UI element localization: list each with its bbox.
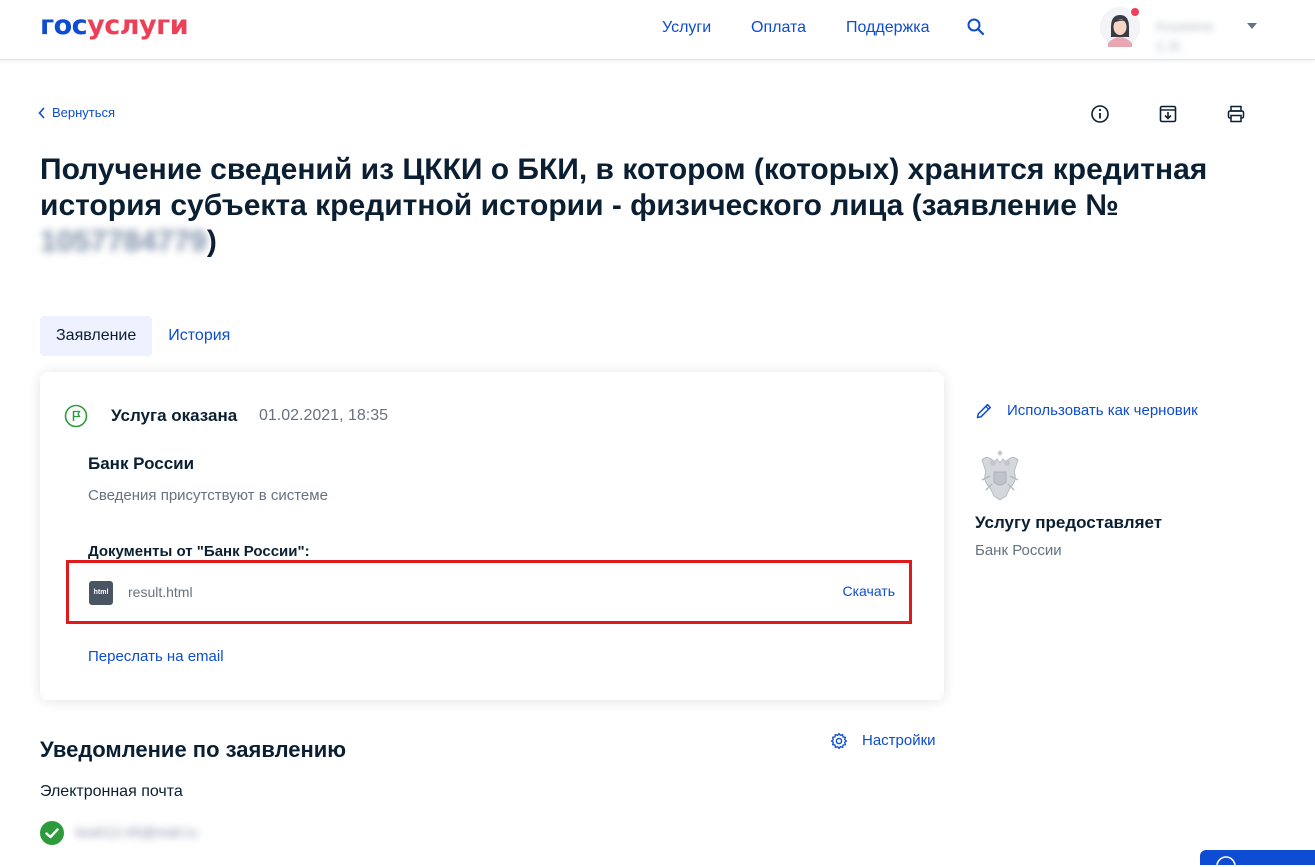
back-link[interactable]: Вернуться <box>38 104 115 122</box>
caret-down-icon[interactable] <box>1247 23 1257 29</box>
email-label: Электронная почта <box>40 783 183 800</box>
user-name[interactable]: Кошкина С.В. <box>1156 16 1240 54</box>
documents-heading: Документы от "Банк России": <box>88 543 310 560</box>
chevron-left-icon <box>38 107 45 119</box>
tabs: Заявление История <box>40 316 246 356</box>
use-as-draft-label: Использовать как черновик <box>1007 402 1198 419</box>
nav-payment[interactable]: Оплата <box>751 18 806 38</box>
use-as-draft-link[interactable]: Использовать как черновик <box>975 401 1198 421</box>
help-widget-button[interactable] <box>1200 850 1315 867</box>
forward-email-link[interactable]: Переслать на email <box>88 647 224 667</box>
document-row: html result.html Скачать <box>66 560 912 624</box>
gear-icon <box>830 732 848 750</box>
status-date: 01.02.2021, 18:35 <box>259 407 389 424</box>
provider-name: Банк России <box>975 542 1062 559</box>
print-icon[interactable] <box>1226 104 1246 124</box>
nav-support[interactable]: Поддержка <box>846 18 929 38</box>
logo-part-uslugi: услуги <box>87 10 189 41</box>
settings-link[interactable]: Настройки <box>830 731 936 751</box>
coat-of-arms-icon <box>981 450 1019 501</box>
download-link[interactable]: Скачать <box>843 581 896 601</box>
notification-title: Уведомление по заявлению <box>40 737 347 762</box>
pencil-icon <box>976 403 992 419</box>
notification-dot <box>1130 7 1140 17</box>
page-title: Получение сведений из ЦККИ о БКИ, в кото… <box>40 152 1270 260</box>
provider-heading: Услугу предоставляет <box>975 513 1163 532</box>
nav-services[interactable]: Услуги <box>662 18 711 38</box>
email-value: kosh12-45@mail.ru <box>76 824 198 840</box>
gosuslugi-logo[interactable]: госуслуги <box>40 10 189 42</box>
top-header: госуслуги Услуги Оплата Поддержка Кошкин… <box>0 0 1315 60</box>
page-title-text: Получение сведений из ЦККИ о БКИ, в кото… <box>40 153 1208 222</box>
status-title: Услуга оказана <box>111 406 238 425</box>
settings-label: Настройки <box>862 732 936 749</box>
back-link-label: Вернуться <box>52 105 116 120</box>
check-circle-icon <box>40 821 64 845</box>
download-archive-icon[interactable] <box>1158 104 1178 124</box>
flag-status-icon <box>64 404 88 428</box>
application-number: 1057784779 <box>40 225 207 258</box>
status-card: Услуга оказана 01.02.2021, 18:35 Банк Ро… <box>40 372 944 700</box>
html-file-icon: html <box>89 581 113 605</box>
org-status: Сведения присутствуют в системе <box>88 487 328 504</box>
file-name[interactable]: result.html <box>128 582 193 602</box>
page-title-close: ) <box>206 225 217 258</box>
logo-part-gos: гос <box>40 10 88 41</box>
info-icon[interactable] <box>1090 104 1110 124</box>
tab-history[interactable]: История <box>152 316 246 356</box>
tab-application[interactable]: Заявление <box>40 316 153 356</box>
user-avatar[interactable] <box>1100 7 1140 47</box>
search-icon[interactable] <box>966 17 986 37</box>
org-name: Банк России <box>88 454 195 473</box>
